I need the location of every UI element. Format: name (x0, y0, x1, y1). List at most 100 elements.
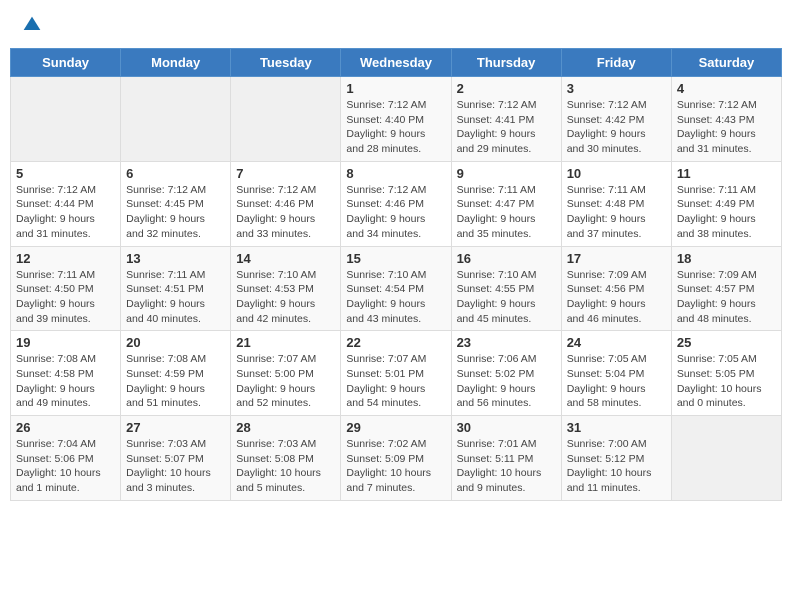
calendar-cell: 28 Sunrise: 7:03 AM Sunset: 5:08 PM Dayli… (231, 416, 341, 501)
day-number: 17 (567, 251, 666, 266)
calendar-cell: 10Sunrise: 7:11 AM Sunset: 4:48 PM Dayli… (561, 161, 671, 246)
day-number: 27 (126, 420, 225, 435)
day-number: 16 (457, 251, 556, 266)
day-info: Sunrise: 7:11 AM Sunset: 4:47 PM Dayligh… (457, 183, 556, 242)
logo (20, 15, 42, 35)
calendar-cell: 9 Sunrise: 7:11 AM Sunset: 4:47 PM Daylig… (451, 161, 561, 246)
calendar-cell: 21 Sunrise: 7:07 AM Sunset: 5:00 PM Dayli… (231, 331, 341, 416)
day-number: 25 (677, 335, 776, 350)
day-number: 3 (567, 81, 666, 96)
day-info: Sunrise: 7:10 AM Sunset: 4:53 PM Dayligh… (236, 268, 335, 327)
day-number: 9 (457, 166, 556, 181)
day-number: 11 (677, 166, 776, 181)
day-info: Sunrise: 7:06 AM Sunset: 5:02 PM Dayligh… (457, 352, 556, 411)
calendar-cell: 31Sunrise: 7:00 AM Sunset: 5:12 PM Dayli… (561, 416, 671, 501)
calendar-cell: 11Sunrise: 7:11 AM Sunset: 4:49 PM Dayli… (671, 161, 781, 246)
day-number: 13 (126, 251, 225, 266)
calendar-cell: 3 Sunrise: 7:12 AM Sunset: 4:42 PM Daylig… (561, 77, 671, 162)
day-info: Sunrise: 7:12 AM Sunset: 4:43 PM Dayligh… (677, 98, 776, 157)
day-info: Sunrise: 7:05 AM Sunset: 5:04 PM Dayligh… (567, 352, 666, 411)
day-number: 15 (346, 251, 445, 266)
day-info: Sunrise: 7:07 AM Sunset: 5:00 PM Dayligh… (236, 352, 335, 411)
day-number: 4 (677, 81, 776, 96)
calendar-cell: 29Sunrise: 7:02 AM Sunset: 5:09 PM Dayli… (341, 416, 451, 501)
day-info: Sunrise: 7:12 AM Sunset: 4:42 PM Dayligh… (567, 98, 666, 157)
weekday-header-saturday: Saturday (671, 49, 781, 77)
calendar-cell: 2 Sunrise: 7:12 AM Sunset: 4:41 PM Daylig… (451, 77, 561, 162)
calendar-cell: 22 Sunrise: 7:07 AM Sunset: 5:01 PM Dayli… (341, 331, 451, 416)
day-number: 26 (16, 420, 115, 435)
week-row-2: 5 Sunrise: 7:12 AM Sunset: 4:44 PM Daylig… (11, 161, 782, 246)
day-number: 28 (236, 420, 335, 435)
day-info: Sunrise: 7:11 AM Sunset: 4:50 PM Dayligh… (16, 268, 115, 327)
day-info: Sunrise: 7:12 AM Sunset: 4:44 PM Dayligh… (16, 183, 115, 242)
weekday-header-thursday: Thursday (451, 49, 561, 77)
day-number: 18 (677, 251, 776, 266)
week-row-4: 19 Sunrise: 7:08 AM Sunset: 4:58 PM Dayli… (11, 331, 782, 416)
weekday-header-tuesday: Tuesday (231, 49, 341, 77)
calendar-cell: 14 Sunrise: 7:10 AM Sunset: 4:53 PM Dayli… (231, 246, 341, 331)
day-number: 24 (567, 335, 666, 350)
day-info: Sunrise: 7:07 AM Sunset: 5:01 PM Dayligh… (346, 352, 445, 411)
day-number: 14 (236, 251, 335, 266)
day-info: Sunrise: 7:12 AM Sunset: 4:46 PM Dayligh… (236, 183, 335, 242)
weekday-header-monday: Monday (121, 49, 231, 77)
day-number: 5 (16, 166, 115, 181)
day-number: 30 (457, 420, 556, 435)
calendar-cell: 1 Sunrise: 7:12 AM Sunset: 4:40 PM Daylig… (341, 77, 451, 162)
day-info: Sunrise: 7:08 AM Sunset: 4:58 PM Dayligh… (16, 352, 115, 411)
calendar-cell: 24 Sunrise: 7:05 AM Sunset: 5:04 PM Dayli… (561, 331, 671, 416)
calendar-cell: 30 Sunrise: 7:01 AM Sunset: 5:11 PM Dayli… (451, 416, 561, 501)
day-number: 21 (236, 335, 335, 350)
calendar-cell: 26 Sunrise: 7:04 AM Sunset: 5:06 PM Dayli… (11, 416, 121, 501)
day-info: Sunrise: 7:12 AM Sunset: 4:40 PM Dayligh… (346, 98, 445, 157)
day-info: Sunrise: 7:03 AM Sunset: 5:08 PM Dayligh… (236, 437, 335, 496)
weekday-header-sunday: Sunday (11, 49, 121, 77)
day-number: 1 (346, 81, 445, 96)
logo-icon (22, 15, 42, 35)
weekday-header-row: SundayMondayTuesdayWednesdayThursdayFrid… (11, 49, 782, 77)
day-number: 12 (16, 251, 115, 266)
calendar-cell: 6 Sunrise: 7:12 AM Sunset: 4:45 PM Daylig… (121, 161, 231, 246)
day-number: 10 (567, 166, 666, 181)
calendar-cell: 27 Sunrise: 7:03 AM Sunset: 5:07 PM Dayli… (121, 416, 231, 501)
day-info: Sunrise: 7:09 AM Sunset: 4:56 PM Dayligh… (567, 268, 666, 327)
calendar-cell: 18 Sunrise: 7:09 AM Sunset: 4:57 PM Dayli… (671, 246, 781, 331)
day-number: 31 (567, 420, 666, 435)
day-info: Sunrise: 7:09 AM Sunset: 4:57 PM Dayligh… (677, 268, 776, 327)
day-number: 19 (16, 335, 115, 350)
calendar-cell: 25 Sunrise: 7:05 AM Sunset: 5:05 PM Dayli… (671, 331, 781, 416)
calendar-cell: 13 Sunrise: 7:11 AM Sunset: 4:51 PM Dayli… (121, 246, 231, 331)
day-number: 7 (236, 166, 335, 181)
week-row-1: 1 Sunrise: 7:12 AM Sunset: 4:40 PM Daylig… (11, 77, 782, 162)
calendar-cell: 4 Sunrise: 7:12 AM Sunset: 4:43 PM Daylig… (671, 77, 781, 162)
weekday-header-wednesday: Wednesday (341, 49, 451, 77)
calendar-cell (231, 77, 341, 162)
page-header (10, 10, 782, 40)
week-row-5: 26 Sunrise: 7:04 AM Sunset: 5:06 PM Dayli… (11, 416, 782, 501)
calendar-cell (121, 77, 231, 162)
day-info: Sunrise: 7:05 AM Sunset: 5:05 PM Dayligh… (677, 352, 776, 411)
calendar-cell: 17 Sunrise: 7:09 AM Sunset: 4:56 PM Dayli… (561, 246, 671, 331)
calendar-cell: 8Sunrise: 7:12 AM Sunset: 4:46 PM Daylig… (341, 161, 451, 246)
calendar-table: SundayMondayTuesdayWednesdayThursdayFrid… (10, 48, 782, 501)
week-row-3: 12 Sunrise: 7:11 AM Sunset: 4:50 PM Dayli… (11, 246, 782, 331)
day-number: 2 (457, 81, 556, 96)
day-info: Sunrise: 7:02 AM Sunset: 5:09 PM Dayligh… (346, 437, 445, 496)
calendar-cell: 12 Sunrise: 7:11 AM Sunset: 4:50 PM Dayli… (11, 246, 121, 331)
calendar-cell: 19 Sunrise: 7:08 AM Sunset: 4:58 PM Dayli… (11, 331, 121, 416)
day-info: Sunrise: 7:10 AM Sunset: 4:55 PM Dayligh… (457, 268, 556, 327)
day-info: Sunrise: 7:12 AM Sunset: 4:41 PM Dayligh… (457, 98, 556, 157)
day-number: 22 (346, 335, 445, 350)
day-info: Sunrise: 7:12 AM Sunset: 4:45 PM Dayligh… (126, 183, 225, 242)
calendar-cell: 15 Sunrise: 7:10 AM Sunset: 4:54 PM Dayli… (341, 246, 451, 331)
day-info: Sunrise: 7:10 AM Sunset: 4:54 PM Dayligh… (346, 268, 445, 327)
day-info: Sunrise: 7:01 AM Sunset: 5:11 PM Dayligh… (457, 437, 556, 496)
day-info: Sunrise: 7:04 AM Sunset: 5:06 PM Dayligh… (16, 437, 115, 496)
day-number: 8 (346, 166, 445, 181)
day-info: Sunrise: 7:11 AM Sunset: 4:51 PM Dayligh… (126, 268, 225, 327)
day-info: Sunrise: 7:03 AM Sunset: 5:07 PM Dayligh… (126, 437, 225, 496)
calendar-cell (671, 416, 781, 501)
day-number: 20 (126, 335, 225, 350)
day-number: 6 (126, 166, 225, 181)
